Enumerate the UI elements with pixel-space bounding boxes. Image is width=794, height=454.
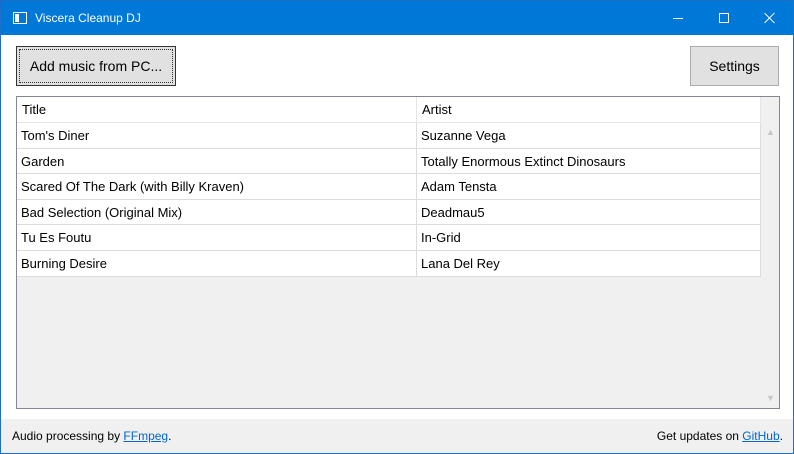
- maximize-icon: [719, 13, 729, 23]
- window-title: Viscera Cleanup DJ: [35, 11, 141, 25]
- updates-suffix: .: [779, 429, 783, 443]
- status-bar: Audio processing by FFmpeg. Get updates …: [1, 419, 793, 453]
- track-list[interactable]: Title Artist Tom's Diner Suzanne Vega Ga…: [16, 96, 780, 409]
- settings-button[interactable]: Settings: [690, 46, 779, 86]
- updates-notice: Get updates on GitHub.: [657, 429, 783, 443]
- list-header: Title Artist: [17, 97, 761, 123]
- add-music-button[interactable]: Add music from PC...: [16, 46, 176, 86]
- app-window-icon: [13, 12, 27, 24]
- scroll-up-arrow-icon[interactable]: ▲: [766, 128, 775, 137]
- row-title-cell: Tom's Diner: [17, 123, 417, 148]
- audio-credit-text: Audio processing by: [12, 429, 124, 443]
- row-artist-cell: Suzanne Vega: [417, 123, 761, 148]
- row-artist-cell: Deadmau5: [417, 199, 761, 225]
- column-header-title[interactable]: Title: [17, 97, 417, 123]
- table-row[interactable]: Tu Es Foutu In-Grid: [17, 225, 761, 251]
- ffmpeg-link[interactable]: FFmpeg: [123, 429, 168, 443]
- vertical-scrollbar[interactable]: ▲ ▼: [762, 97, 779, 408]
- title-bar[interactable]: Viscera Cleanup DJ: [1, 1, 793, 35]
- row-artist-cell: In-Grid: [417, 225, 761, 251]
- table-row[interactable]: Burning Desire Lana Del Rey: [17, 250, 761, 277]
- list-body: Tom's Diner Suzanne Vega Garden Totally …: [17, 123, 761, 277]
- client-area: Add music from PC... Settings Title Arti…: [1, 35, 793, 453]
- row-title-cell: Garden: [17, 148, 417, 174]
- row-title-cell: Bad Selection (Original Mix): [17, 199, 417, 225]
- row-artist-cell: Adam Tensta: [417, 174, 761, 200]
- row-title-cell: Tu Es Foutu: [17, 225, 417, 251]
- table-row[interactable]: Bad Selection (Original Mix) Deadmau5: [17, 199, 761, 226]
- row-title-cell: Scared Of The Dark (with Billy Kraven): [17, 174, 417, 200]
- audio-credit-suffix: .: [168, 429, 172, 443]
- github-link[interactable]: GitHub: [742, 429, 779, 443]
- minimize-button[interactable]: [655, 1, 701, 35]
- focus-rectangle: [19, 49, 173, 83]
- close-button[interactable]: [747, 1, 793, 35]
- updates-text: Get updates on: [656, 429, 743, 443]
- maximize-button[interactable]: [701, 1, 747, 35]
- audio-credit: Audio processing by FFmpeg.: [12, 429, 171, 443]
- table-row[interactable]: Garden Totally Enormous Extinct Dinosaur…: [17, 148, 761, 175]
- column-header-artist[interactable]: Artist: [417, 97, 761, 123]
- table-row[interactable]: Scared Of The Dark (with Billy Kraven) A…: [17, 174, 761, 200]
- row-title-cell: Burning Desire: [17, 250, 417, 276]
- minimize-icon: [673, 17, 683, 19]
- row-artist-cell: Lana Del Rey: [417, 250, 761, 276]
- table-row[interactable]: Tom's Diner Suzanne Vega: [17, 123, 761, 149]
- app-window: Viscera Cleanup DJ Add music from PC... …: [0, 0, 794, 454]
- settings-label: Settings: [709, 58, 760, 74]
- row-artist-cell: Totally Enormous Extinct Dinosaurs: [417, 148, 761, 174]
- scroll-down-arrow-icon[interactable]: ▼: [766, 394, 775, 403]
- close-icon: [764, 12, 776, 24]
